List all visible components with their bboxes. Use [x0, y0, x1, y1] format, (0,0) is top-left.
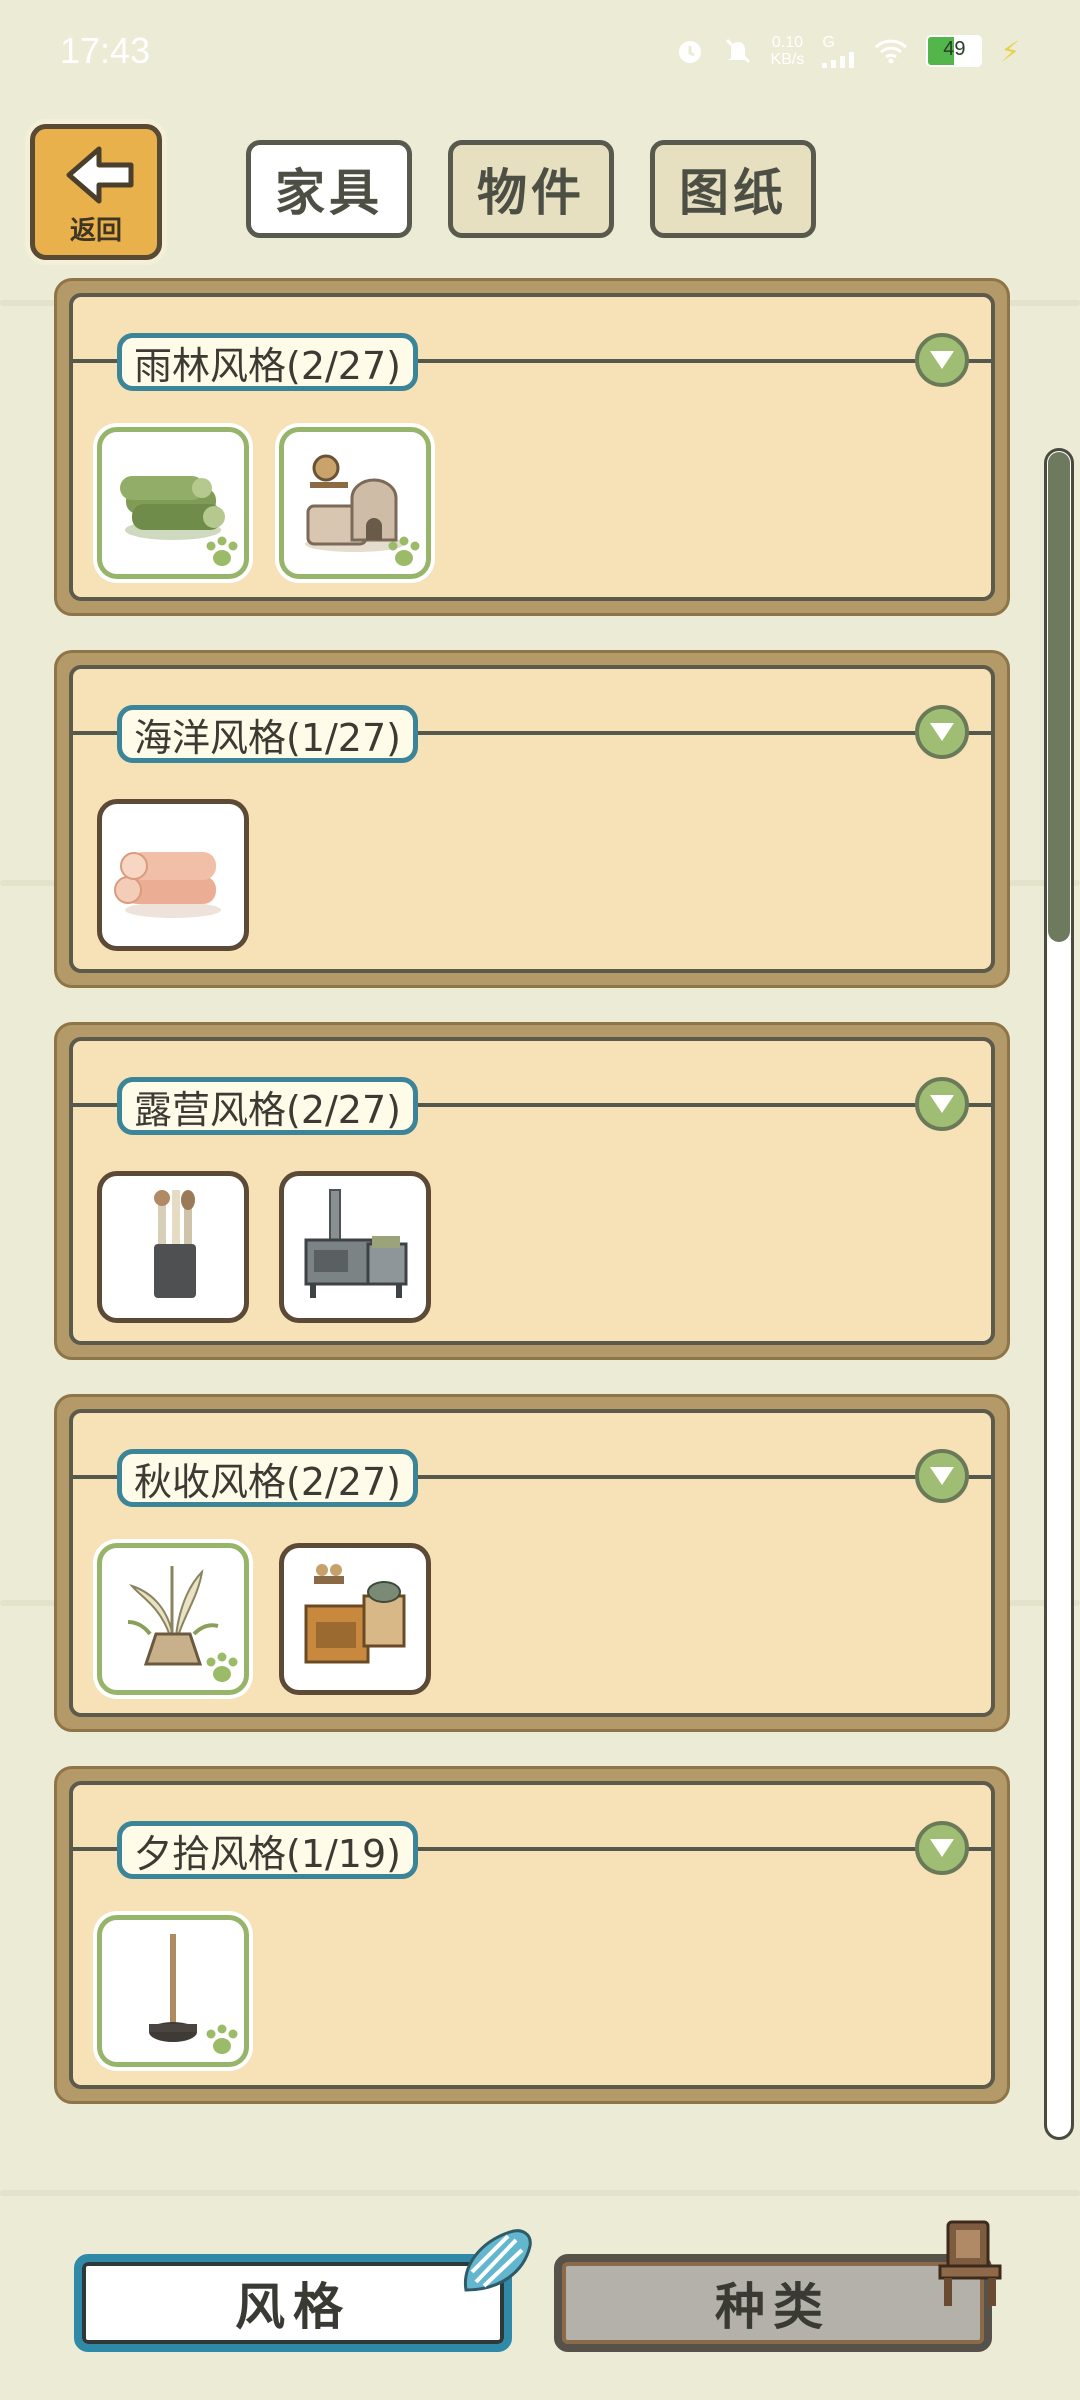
style-section-nostalgia: 夕拾风格(1/19)	[54, 1766, 1010, 2104]
mute-icon	[725, 38, 750, 64]
style-section-rainforest: 雨林风格(2/27)	[54, 278, 1010, 616]
style-section-harvest: 秋收风格(2/27)	[54, 1394, 1010, 1732]
scrollbar-thumb[interactable]	[1048, 452, 1070, 942]
signal-icon: G	[822, 34, 856, 68]
expand-toggle-button[interactable]	[915, 333, 969, 387]
paw-print-icon	[206, 1652, 238, 1682]
back-button[interactable]: 返回	[30, 124, 162, 260]
tab-category[interactable]: 种类	[554, 2254, 992, 2352]
tab-category-label: 种类	[715, 2278, 831, 2336]
furniture-item[interactable]	[279, 1543, 431, 1695]
furniture-item[interactable]	[97, 799, 249, 951]
chevron-down-icon	[930, 723, 954, 741]
chevron-down-icon	[930, 1467, 954, 1485]
shell-icon	[463, 2229, 532, 2292]
rolled-towels-icon	[114, 852, 221, 918]
furniture-item[interactable]	[97, 427, 249, 579]
alarm-icon	[678, 41, 701, 63]
wooden-stove-icon	[304, 1564, 406, 1664]
tab-style[interactable]: 风格	[74, 2254, 512, 2352]
expand-toggle-button[interactable]	[915, 1077, 969, 1131]
wifi-icon	[875, 39, 908, 64]
background-streak	[0, 2190, 1080, 2196]
expand-toggle-button[interactable]	[915, 705, 969, 759]
status-time: 17:43	[60, 30, 151, 71]
furniture-item[interactable]	[97, 1915, 249, 2067]
utensil-holder-icon	[154, 1190, 196, 1298]
tab-furniture-label: 家具	[275, 164, 383, 222]
tab-objects[interactable]: 物件	[448, 140, 614, 238]
paw-print-icon	[206, 2024, 238, 2054]
net-speed: 0.10 KB/s	[770, 34, 805, 68]
back-arrow-icon	[66, 146, 134, 204]
chair-icon	[938, 2220, 1002, 2306]
style-section-ocean: 海洋风格(1/27)	[54, 650, 1010, 988]
chevron-down-icon	[930, 1839, 954, 1857]
paw-print-icon	[388, 536, 420, 566]
style-section-camping: 露营风格(2/27)	[54, 1022, 1010, 1360]
section-title: 海洋风格(1/27)	[117, 705, 418, 763]
battery-icon: 49	[926, 35, 983, 67]
section-title: 夕拾风格(1/19)	[117, 1821, 418, 1879]
furniture-item[interactable]	[97, 1171, 249, 1323]
tab-blueprints[interactable]: 图纸	[650, 140, 816, 238]
furniture-item[interactable]	[279, 1171, 431, 1323]
furniture-item[interactable]	[97, 1543, 249, 1695]
tab-furniture[interactable]: 家具	[246, 140, 412, 238]
expand-toggle-button[interactable]	[915, 1449, 969, 1503]
tab-blueprints-label: 图纸	[679, 164, 787, 222]
chevron-down-icon	[930, 351, 954, 369]
section-title: 露营风格(2/27)	[117, 1077, 418, 1135]
paw-print-icon	[206, 536, 238, 566]
section-title: 秋收风格(2/27)	[117, 1449, 418, 1507]
chevron-down-icon	[930, 1095, 954, 1113]
charging-icon: ⚡	[1000, 34, 1020, 68]
expand-toggle-button[interactable]	[915, 1821, 969, 1875]
section-title: 雨林风格(2/27)	[117, 333, 418, 391]
back-button-label: 返回	[69, 216, 122, 246]
camp-stove-icon	[304, 1189, 408, 1298]
status-bar: 17:43 0.10 KB/s G 49 ⚡	[0, 0, 1080, 110]
tab-objects-label: 物件	[477, 164, 585, 222]
furniture-item[interactable]	[279, 427, 431, 579]
tab-style-label: 风格	[235, 2278, 351, 2336]
